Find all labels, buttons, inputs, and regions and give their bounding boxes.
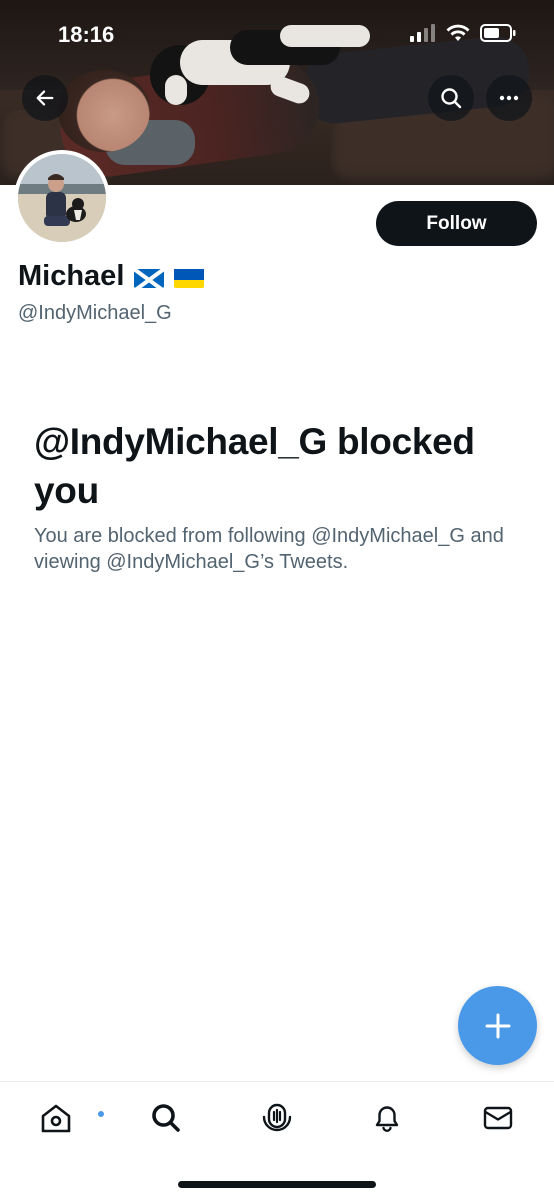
search-button[interactable] [428, 75, 474, 121]
home-indicator[interactable] [178, 1181, 376, 1188]
compose-tweet-button[interactable] [458, 986, 537, 1065]
tab-spaces[interactable] [255, 1098, 299, 1138]
cellular-signal-icon [410, 24, 435, 42]
plus-icon [485, 1013, 510, 1038]
more-horizontal-icon [499, 95, 519, 101]
status-icons [410, 24, 516, 42]
search-icon [152, 1104, 180, 1132]
avatar-photo [18, 154, 106, 242]
display-name: Michael [18, 260, 205, 293]
ukraine-flag-icon [174, 266, 205, 288]
more-button[interactable] [486, 75, 532, 121]
follow-button[interactable]: Follow [376, 201, 537, 246]
spaces-icon [262, 1103, 292, 1132]
tab-messages[interactable] [476, 1098, 520, 1138]
banner-dog [130, 20, 380, 110]
tab-notifications[interactable] [365, 1098, 409, 1138]
home-notification-dot [96, 1109, 106, 1119]
avatar[interactable] [14, 150, 110, 246]
blocked-description: You are blocked from following @IndyMich… [34, 525, 504, 573]
tab-search[interactable] [144, 1098, 188, 1138]
scotland-flag-icon [134, 266, 165, 288]
display-name-text: Michael [18, 260, 125, 292]
search-icon [441, 88, 462, 109]
battery-icon [480, 24, 516, 42]
tab-home[interactable] [34, 1098, 106, 1138]
profile-handle: @IndyMichael_G [18, 302, 172, 324]
home-icon [41, 1104, 71, 1133]
arrow-left-icon [36, 90, 54, 106]
bell-icon [375, 1106, 399, 1132]
back-button[interactable] [22, 75, 68, 121]
mail-icon [483, 1106, 513, 1130]
blocked-title: @IndyMichael_G blocked you [34, 421, 475, 511]
status-time: 18:16 [58, 22, 115, 47]
wifi-icon [446, 24, 470, 41]
